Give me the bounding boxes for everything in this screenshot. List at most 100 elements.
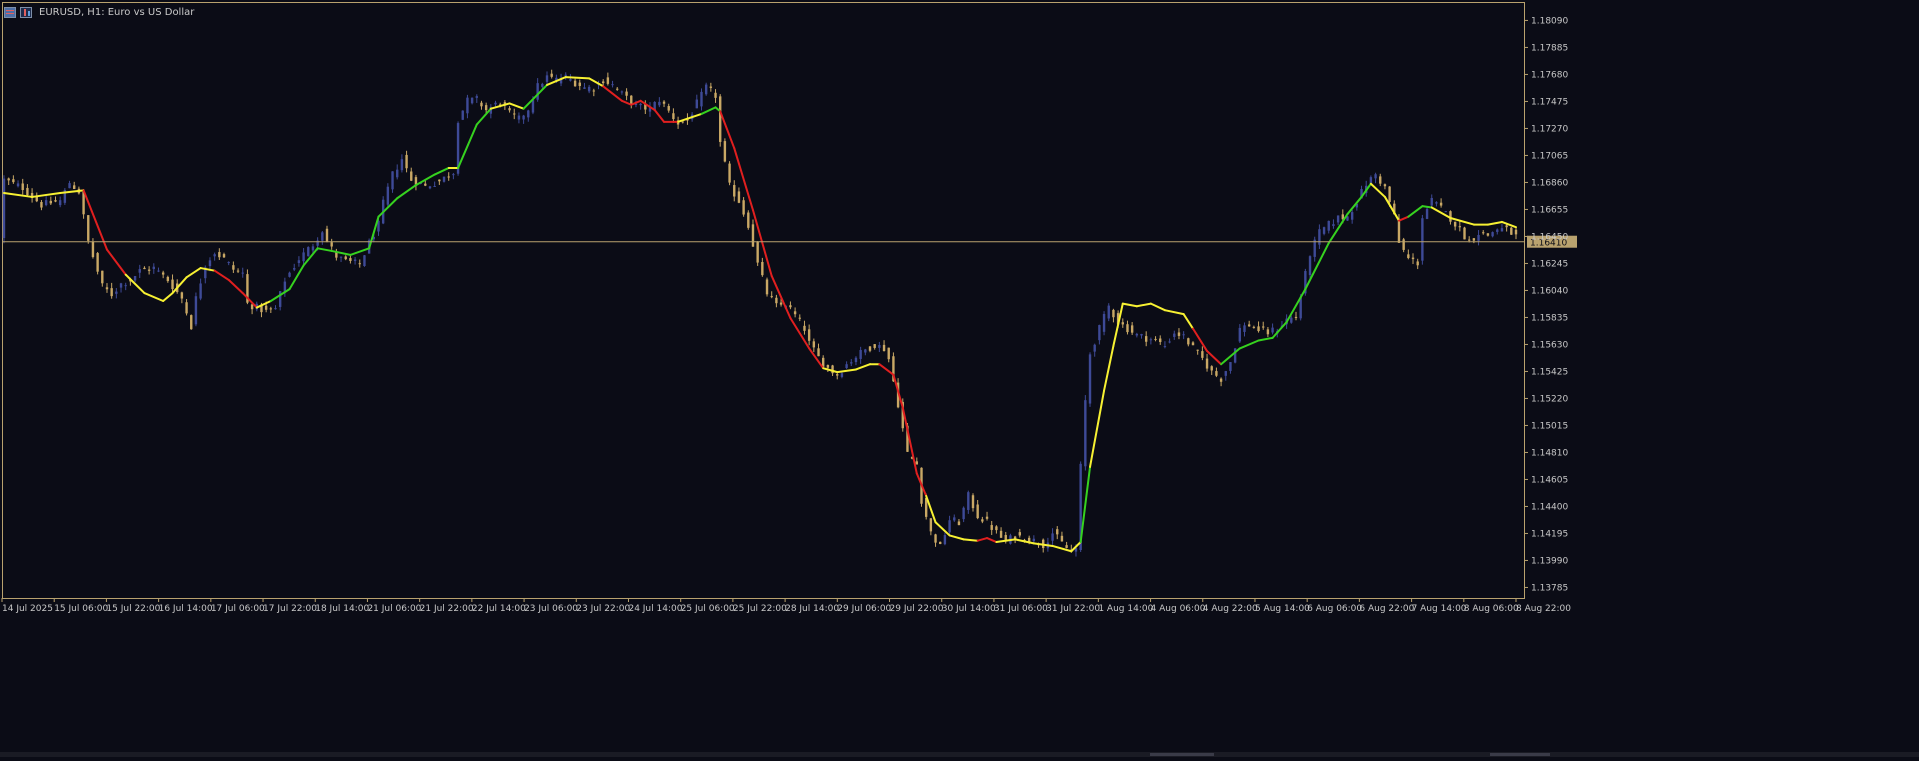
x-tick-label: 17 Jul 06:00 — [211, 604, 265, 614]
candle-body — [733, 185, 736, 197]
candle-body — [775, 297, 778, 304]
ma-segment-down — [1206, 350, 1223, 366]
candle-body — [1505, 225, 1508, 228]
candle-body — [1327, 220, 1330, 231]
candle-body — [667, 106, 670, 111]
x-tick-label: 16 Jul 14:00 — [159, 604, 213, 614]
candle-body — [887, 347, 890, 360]
ma-segment-flat — [1135, 302, 1152, 308]
ma-segment-flat — [199, 267, 216, 272]
y-tick-label: 1.17475 — [1531, 97, 1568, 107]
candle-body — [714, 92, 717, 98]
candle-body — [311, 246, 315, 251]
candle-body — [7, 178, 10, 181]
candle-body — [704, 84, 708, 95]
candle-body — [1472, 238, 1476, 241]
ma-segment-flat — [948, 534, 965, 541]
candle-body — [1397, 218, 1401, 243]
symbol-list-icon[interactable] — [4, 6, 16, 18]
candle-body — [1435, 202, 1438, 204]
y-tick-label: 1.17680 — [1531, 70, 1568, 80]
candle-body — [438, 179, 441, 182]
y-tick-label: 1.17270 — [1531, 124, 1568, 134]
x-tick-label: 4 Aug 06:00 — [1151, 604, 1206, 614]
candle-body — [1496, 229, 1499, 232]
chart-symbol-title: EURUSD, H1: Euro vs US Dollar — [39, 6, 195, 18]
candle-body — [1205, 358, 1209, 369]
candle-body — [21, 183, 24, 191]
candle-body — [747, 212, 750, 228]
candlestick-icon[interactable] — [20, 6, 32, 18]
ma-segment-up — [1421, 205, 1433, 209]
x-tick-label: 7 Aug 14:00 — [1412, 604, 1467, 614]
candle-body — [73, 185, 76, 190]
candle-body — [461, 110, 464, 120]
plot-frame — [2, 2, 1525, 599]
candle-body — [353, 259, 357, 261]
candle-body — [1247, 324, 1251, 327]
candle-body — [1093, 344, 1096, 352]
candle-body — [1322, 227, 1326, 234]
candle-body — [232, 265, 235, 270]
chart-canvas[interactable]: 1.164101.180901.178851.176801.174751.172… — [0, 0, 1919, 757]
candle-body — [531, 100, 535, 113]
y-tick-label: 1.14810 — [1531, 448, 1568, 458]
horizontal-scrollbar[interactable] — [0, 752, 1919, 757]
y-tick-label: 1.13990 — [1531, 556, 1568, 566]
ma-segment-down — [808, 347, 825, 370]
candle-body — [1318, 229, 1321, 245]
ma-segment-up — [1346, 195, 1363, 216]
candle-body — [756, 241, 759, 263]
candle-body — [157, 270, 160, 272]
candle-body — [26, 187, 29, 196]
candle-body — [1056, 529, 1059, 535]
candle-body — [208, 260, 212, 267]
candle-body — [995, 526, 998, 531]
candle-body — [475, 96, 478, 98]
candle-body — [957, 521, 961, 526]
candle-body — [1098, 325, 1101, 341]
candle-body — [1088, 354, 1092, 404]
candle-body — [1266, 329, 1270, 335]
x-tick-label: 24 Jul 14:00 — [628, 604, 682, 614]
candle-body — [953, 517, 956, 521]
candle-body — [1229, 362, 1232, 371]
candle-body — [1482, 232, 1485, 234]
candle-body — [536, 83, 539, 100]
candle-body — [428, 186, 432, 189]
ma-segment-flat — [1182, 313, 1195, 330]
candle-body — [44, 200, 48, 206]
x-tick-label: 1 Aug 14:00 — [1098, 604, 1153, 614]
x-tick-label: 15 Jul 22:00 — [106, 604, 160, 614]
candle-body — [49, 200, 53, 204]
candle-body — [68, 183, 71, 189]
candle-body — [882, 344, 886, 352]
ma-segment-down — [1397, 215, 1410, 222]
candle-body — [1051, 533, 1054, 541]
ma-segment-up — [522, 83, 549, 110]
candle-body — [1262, 326, 1265, 328]
ma-segment-flat — [255, 299, 272, 309]
candle-body — [723, 141, 727, 162]
ma-segment-flat — [836, 368, 857, 374]
candle-body — [161, 272, 165, 275]
candle-body — [185, 302, 188, 314]
candle-body — [293, 268, 296, 270]
candle-body — [1467, 239, 1471, 241]
candle-body — [12, 179, 15, 183]
candle-body — [236, 270, 240, 272]
candle-body — [1191, 342, 1195, 346]
candle-body — [751, 224, 755, 247]
x-tick-label: 17 Jul 22:00 — [263, 604, 317, 614]
candle-body — [105, 287, 109, 290]
x-tick-label: 8 Aug 06:00 — [1464, 604, 1519, 614]
candle-body — [803, 325, 806, 331]
candle-body — [152, 266, 155, 270]
x-tick-label: 6 Aug 22:00 — [1359, 604, 1414, 614]
candle-body — [1336, 215, 1340, 223]
y-tick-label: 1.16655 — [1531, 205, 1568, 215]
candle-body — [325, 228, 329, 242]
candle-body — [147, 269, 151, 271]
y-tick-label: 1.16245 — [1531, 259, 1568, 269]
price-chart[interactable]: EURUSD, H1: Euro vs US Dollar 1.16410 1.1… — [0, 0, 1919, 757]
